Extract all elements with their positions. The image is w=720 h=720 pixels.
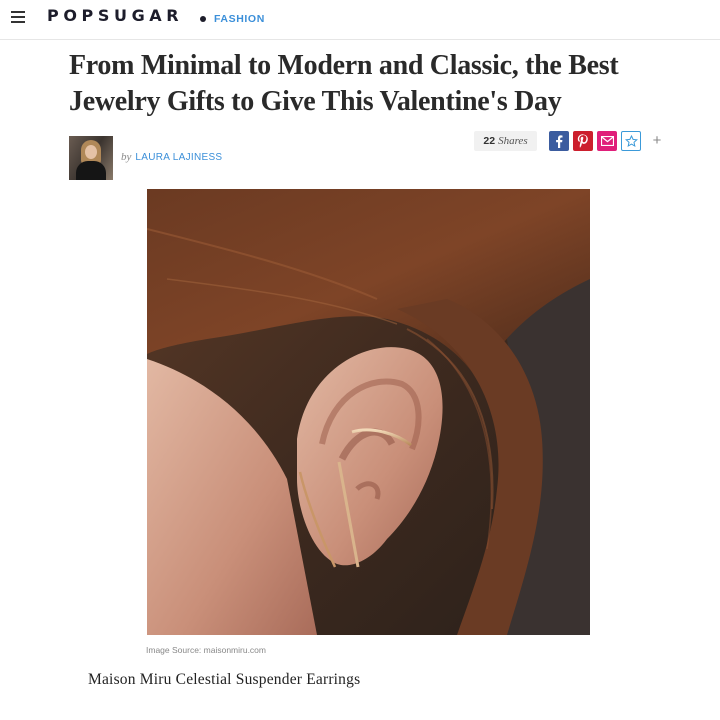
favorite-button[interactable] <box>621 131 641 151</box>
facebook-icon <box>556 134 563 148</box>
plus-icon: + <box>652 132 662 149</box>
section-link[interactable]: FASHION <box>214 13 265 25</box>
author-link[interactable]: LAURA LAJINESS <box>135 152 222 163</box>
share-count-number: 22 <box>483 135 496 147</box>
more-share-button[interactable]: + <box>650 131 664 151</box>
ear-photo <box>147 189 590 635</box>
hamburger-icon[interactable] <box>11 11 25 23</box>
share-count-label: Shares <box>498 135 528 147</box>
author-avatar[interactable] <box>69 136 113 180</box>
article-image <box>147 189 590 635</box>
article-title: From Minimal to Modern and Classic, the … <box>69 50 619 117</box>
share-count: 22 Shares <box>474 131 537 151</box>
mail-icon <box>600 136 614 146</box>
byline: by LAURA LAJINESS <box>121 151 222 163</box>
facebook-share-button[interactable] <box>549 131 569 151</box>
image-source: Image Source: maisonmiru.com <box>146 645 266 655</box>
pinterest-share-button[interactable] <box>573 131 593 151</box>
top-bar: POPSUGAR FASHION <box>0 0 720 40</box>
email-share-button[interactable] <box>597 131 617 151</box>
pinterest-icon <box>577 134 588 148</box>
star-icon <box>624 134 638 147</box>
byline-prefix: by <box>121 151 132 163</box>
product-name[interactable]: Maison Miru Celestial Suspender Earrings <box>88 671 360 689</box>
logo-dot <box>200 16 206 22</box>
site-logo[interactable]: POPSUGAR <box>47 6 183 25</box>
